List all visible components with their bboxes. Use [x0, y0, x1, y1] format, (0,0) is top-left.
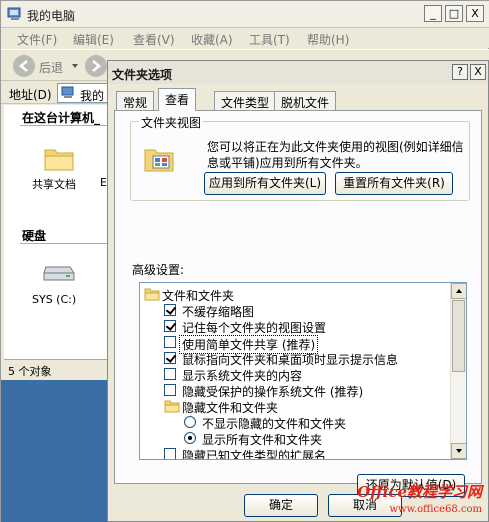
setting-checkbox[interactable]: [164, 368, 176, 380]
setting-radio[interactable]: [184, 432, 196, 444]
dialog-close-button[interactable]: X: [470, 64, 486, 80]
explorer-minimize-button[interactable]: _: [424, 5, 442, 22]
explorer-title: 我的电脑: [27, 9, 76, 23]
tree-row[interactable]: 显示所有文件和文件夹: [140, 430, 450, 447]
menu-tools[interactable]: 工具(T): [249, 31, 290, 48]
forward-arrow-icon: [92, 60, 101, 72]
scroll-up-button[interactable]: [451, 283, 466, 299]
scroll-down-button[interactable]: [451, 443, 466, 459]
apply-to-all-folders-button[interactable]: 应用到所有文件夹(L): [204, 172, 326, 195]
back-arrow-icon: [19, 60, 28, 72]
tree-row[interactable]: 不缓存缩略图: [140, 302, 450, 319]
watermark-url: www.office68.com: [389, 504, 482, 515]
tree-row-label: 文件和文件夹: [162, 289, 235, 303]
explorer-menu-bar: 文件(F) 编辑(E) 查看(V) 收藏(A) 工具(T) 帮助(H): [1, 28, 489, 74]
tree-row: 隐藏文件和文件夹: [140, 398, 450, 415]
folder-views-description: 您可以将正在为此文件夹使用的视图(例如详细信息或平铺)应用到所有文件夹。: [207, 140, 464, 170]
group-divider: [20, 243, 110, 244]
tree-row[interactable]: 记住每个文件夹的视图设置: [140, 318, 450, 335]
tree-row-label: 不缓存缩略图: [182, 305, 255, 319]
tree-scrollbar[interactable]: [450, 283, 466, 459]
tree-row[interactable]: 不显示隐藏的文件和文件夹: [140, 414, 450, 431]
dialog-title-bar[interactable]: 文件夹选项 ? X: [108, 61, 488, 84]
tree-row-label: 显示所有文件和文件夹: [202, 433, 323, 447]
scroll-thumb[interactable]: [452, 300, 465, 372]
tree-row-label: 使用简单文件共享 (推荐): [179, 335, 319, 354]
tree-row-label: 隐藏受保护的操作系统文件 (推荐): [182, 385, 364, 399]
menu-file[interactable]: 文件(F): [17, 31, 57, 48]
tab-file-types[interactable]: 文件类型: [214, 91, 277, 110]
setting-radio[interactable]: [184, 416, 196, 428]
folder-icon: [164, 399, 180, 413]
tab-offline-files[interactable]: 脱机文件: [274, 91, 337, 110]
back-dropdown-icon[interactable]: [72, 64, 78, 68]
tree-row-label: 显示系统文件夹的内容: [182, 369, 303, 383]
back-label: 后退: [39, 61, 64, 75]
folder-views-legend: 文件夹视图: [139, 114, 204, 131]
watermark-title: Office教程学习网: [357, 483, 482, 501]
item-label-partial: E: [100, 176, 107, 189]
setting-checkbox[interactable]: [164, 352, 176, 364]
folder-options-dialog: 文件夹选项 ? X 常规 查看 文件类型 脱机文件 文件夹视图 您可以将正在为此…: [107, 60, 489, 522]
menu-help[interactable]: 帮助(H): [307, 31, 349, 48]
tree-row[interactable]: 隐藏已知文件类型的扩展名: [140, 446, 450, 460]
dialog-title: 文件夹选项: [112, 68, 173, 82]
watermark: Office教程学习网 www.office68.com: [312, 484, 482, 518]
tree-row-label: 隐藏文件和文件夹: [182, 401, 279, 415]
tab-general[interactable]: 常规: [116, 91, 155, 110]
dialog-help-button[interactable]: ?: [452, 64, 468, 80]
menu-view[interactable]: 查看(V): [133, 31, 175, 48]
hard-drive-icon[interactable]: [42, 263, 76, 283]
tree-row[interactable]: 显示系统文件夹的内容: [140, 366, 450, 383]
tree-row: 文件和文件夹: [140, 286, 450, 303]
my-computer-small-icon: [61, 86, 74, 98]
tab-view[interactable]: 查看: [158, 88, 197, 111]
status-bar: 5 个对象: [4, 359, 108, 379]
group-header-drives: 硬盘: [22, 229, 47, 243]
group-header-stored: 在这台计算机_: [22, 111, 101, 125]
folder-view-icon: [144, 149, 174, 172]
ok-button[interactable]: 确定: [244, 494, 318, 517]
menu-edit[interactable]: 编辑(E): [73, 31, 114, 48]
setting-checkbox[interactable]: [164, 336, 176, 348]
tree-row[interactable]: 使用简单文件共享 (推荐): [140, 334, 450, 354]
tree-row-label: 不显示隐藏的文件和文件夹: [202, 417, 347, 431]
drive-c-label[interactable]: SYS (C:): [32, 293, 76, 306]
advanced-settings-label: 高级设置:: [132, 263, 185, 277]
menu-favorites[interactable]: 收藏(A): [191, 31, 233, 48]
desktop-background: [1, 380, 109, 522]
shared-docs-label[interactable]: 共享文档: [32, 176, 76, 192]
folder-icon: [144, 287, 160, 301]
explorer-close-button[interactable]: X: [466, 5, 484, 22]
advanced-settings-tree: 隐藏已知文件类型的扩展名 显示所有文件和文件夹 不显示隐藏的文件和文件夹 隐藏文件和文…: [139, 282, 467, 460]
setting-checkbox[interactable]: [164, 448, 176, 459]
forward-button[interactable]: [85, 55, 107, 77]
view-tab-panel: 文件夹视图 您可以将正在为此文件夹使用的视图(例如详细信息或平铺)应用到所有文件…: [114, 110, 482, 497]
back-button[interactable]: [13, 55, 35, 77]
tree-row-label: 隐藏已知文件类型的扩展名: [182, 449, 327, 460]
explorer-content-pane: 在这台计算机_ 共享文档 E 硬盘 SYS (C:): [4, 105, 110, 359]
tree-row[interactable]: 隐藏受保护的操作系统文件 (推荐): [140, 382, 450, 399]
tree-row-label: 记住每个文件夹的视图设置: [182, 321, 327, 335]
address-value: 我的: [80, 89, 105, 103]
my-computer-icon: [7, 7, 21, 20]
explorer-title-bar[interactable]: 我的电脑 _ □ X: [1, 1, 489, 28]
folder-views-group: 文件夹视图 您可以将正在为此文件夹使用的视图(例如详细信息或平铺)应用到所有文件…: [130, 114, 470, 201]
address-label: 地址(D): [9, 88, 52, 102]
status-text: 5 个对象: [8, 365, 52, 378]
group-divider: [20, 125, 110, 126]
reset-all-folders-button[interactable]: 重置所有文件夹(R): [335, 172, 453, 195]
setting-checkbox[interactable]: [164, 304, 176, 316]
setting-checkbox[interactable]: [164, 384, 176, 396]
explorer-maximize-button[interactable]: □: [445, 5, 463, 22]
shared-folder-icon[interactable]: [44, 145, 74, 171]
setting-checkbox[interactable]: [164, 320, 176, 332]
